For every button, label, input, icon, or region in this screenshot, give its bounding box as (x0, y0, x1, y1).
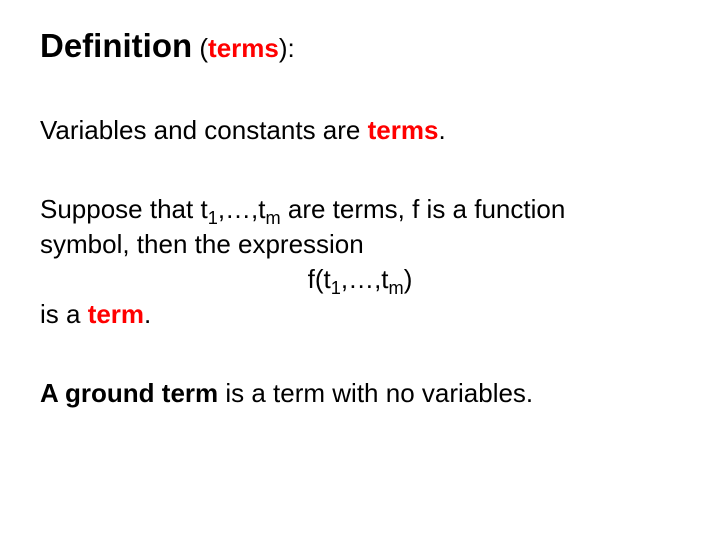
p2-l1b: ,…,t (218, 194, 266, 224)
p2-line2: symbol, then the expression (40, 227, 680, 262)
p2-l4a: is a (40, 299, 88, 329)
p2-l3-sub1: 1 (331, 278, 341, 298)
paren-close: ) (279, 33, 288, 63)
terms-keyword: terms (208, 33, 279, 63)
paragraph-2: Suppose that t1,…,tm are terms, f is a f… (40, 192, 680, 332)
definition-heading: Definition (terms): (40, 24, 680, 69)
p2-l3-subm: m (389, 278, 404, 298)
p2-term-bold: term (88, 299, 144, 329)
p3-text-b: is a term with no variables. (218, 378, 533, 408)
p2-line4: is a term. (40, 297, 680, 332)
p2-line1: Suppose that t1,…,tm are terms, f is a f… (40, 192, 680, 227)
slide: Definition (terms): Variables and consta… (0, 0, 720, 411)
p2-l1-sub1: 1 (208, 208, 218, 228)
paren-open: ( (192, 33, 208, 63)
p2-l1a: Suppose that t (40, 194, 208, 224)
p2-l3c: ) (404, 264, 413, 294)
p2-l3a: f(t (308, 264, 331, 294)
ground-term-bold: A ground term (40, 378, 218, 408)
p2-l1c: are terms, f is a function (281, 194, 566, 224)
paragraph-3: A ground term is a term with no variable… (40, 376, 680, 411)
paragraph-1: Variables and constants are terms. (40, 113, 680, 148)
p2-line3-expression: f(t1,…,tm) (40, 262, 680, 297)
p1-text-c: . (438, 115, 445, 145)
definition-label: Definition (40, 27, 192, 64)
p2-l4c: . (144, 299, 151, 329)
p1-text-a: Variables and constants are (40, 115, 368, 145)
heading-colon: : (288, 33, 295, 63)
p2-l3b: ,…,t (341, 264, 389, 294)
p1-terms-bold: terms (368, 115, 439, 145)
p2-l1-subm: m (265, 208, 280, 228)
